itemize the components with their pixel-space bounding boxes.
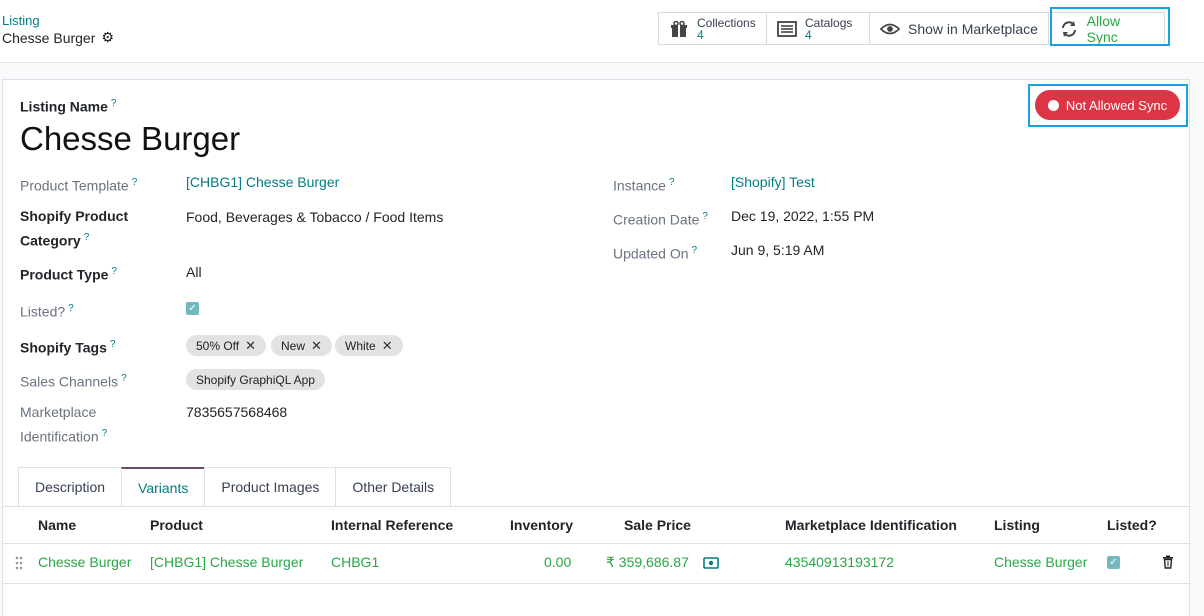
status-highlight — [1028, 84, 1188, 127]
collections-button[interactable]: Collections 4 — [658, 12, 767, 45]
creation-date-value: Dec 19, 2022, 1:55 PM — [731, 208, 875, 224]
shopify-tags-label: Shopify Tags? — [20, 339, 116, 356]
updated-on-value: Jun 9, 5:19 AM — [731, 242, 825, 258]
shopify-category-value[interactable]: Food, Beverages & Tobacco / Food Items — [186, 207, 443, 228]
tab-product-images[interactable]: Product Images — [204, 467, 337, 506]
variant-product-cell[interactable]: [CHBG1] Chesse Burger — [150, 554, 303, 570]
marketplace-id-value[interactable]: 7835657568468 — [186, 402, 287, 423]
allow-sync-highlight — [1050, 7, 1170, 46]
product-type-value[interactable]: All — [186, 262, 202, 283]
updated-on-label: Updated On? — [613, 245, 698, 262]
collections-label: Collections — [697, 15, 756, 30]
tag-chip: White ✕ — [335, 335, 403, 356]
catalogs-label: Catalogs — [805, 15, 853, 30]
form-sheet: Listing Name? Chesse Burger Not Allowed … — [2, 79, 1191, 616]
money-icon[interactable] — [703, 557, 719, 569]
column-header-marketplace-id[interactable]: Marketplace Identification — [785, 517, 957, 533]
control-panel: Listing Chesse Burger ⚙ Collections 4 Cat… — [0, 0, 1204, 63]
listed-label: Listed?? — [20, 303, 74, 320]
trash-icon[interactable] — [1162, 555, 1174, 569]
tag-chip: 50% Off ✕ — [186, 335, 267, 356]
eye-icon — [880, 19, 900, 39]
breadcrumb-current: Chesse Burger ⚙ — [2, 29, 114, 46]
table-row-divider — [3, 583, 1191, 584]
product-template-label: Product Template? — [20, 177, 138, 194]
variant-listed-checkbox[interactable]: ✓ — [1107, 556, 1120, 569]
catalogs-count: 4 — [805, 27, 812, 42]
column-header-inventory[interactable]: Inventory — [510, 517, 573, 533]
remove-tag-icon[interactable]: ✕ — [311, 338, 322, 354]
gift-icon — [669, 19, 689, 39]
column-header-sale-price[interactable]: Sale Price — [624, 517, 691, 533]
tab-description[interactable]: Description — [18, 467, 123, 506]
instance-label: Instance? — [613, 177, 675, 194]
channel-chip: Shopify GraphiQL App — [186, 369, 325, 390]
variant-marketplace-id-cell[interactable]: 43540913193172 — [785, 554, 894, 570]
catalogs-button[interactable]: Catalogs 4 — [766, 12, 870, 45]
list-icon — [777, 19, 797, 39]
tabs-divider — [3, 506, 1191, 507]
variant-name-cell[interactable]: Chesse Burger — [38, 554, 131, 570]
variant-internal-ref-cell[interactable]: CHBG1 — [331, 554, 379, 570]
tag-chip: New ✕ — [271, 335, 332, 356]
show-in-marketplace-button[interactable]: Show in Marketplace — [869, 12, 1049, 45]
creation-date-label: Creation Date? — [613, 211, 708, 228]
remove-tag-icon[interactable]: ✕ — [382, 338, 393, 354]
listing-name-label: Listing Name? — [20, 98, 117, 115]
listing-name-field[interactable]: Chesse Burger — [20, 120, 240, 158]
column-header-name[interactable]: Name — [38, 517, 76, 533]
column-header-internal-reference[interactable]: Internal Reference — [331, 517, 453, 533]
variant-listing-cell[interactable]: Chesse Burger — [994, 554, 1087, 570]
product-type-label: Product Type? — [20, 266, 117, 283]
variant-inventory-cell[interactable]: 0.00 — [544, 554, 571, 570]
record-title: Chesse Burger — [2, 29, 96, 46]
drag-handle-icon[interactable] — [15, 556, 23, 570]
tab-variants[interactable]: Variants — [121, 467, 206, 506]
gear-icon[interactable]: ⚙ — [101, 29, 114, 46]
column-header-listing[interactable]: Listing — [994, 517, 1040, 533]
tab-other-details[interactable]: Other Details — [335, 467, 452, 506]
notebook-tabs: Description Variants Product Images Othe… — [18, 467, 452, 506]
collections-count: 4 — [697, 27, 704, 42]
instance-value[interactable]: [Shopify] Test — [731, 172, 815, 193]
sales-channels-label: Sales Channels? — [20, 373, 127, 390]
listed-checkbox[interactable]: ✓ — [186, 302, 199, 315]
breadcrumb-parent[interactable]: Listing — [2, 13, 40, 28]
marketplace-id-label: Marketplace Identification? — [20, 404, 108, 445]
remove-tag-icon[interactable]: ✕ — [245, 338, 256, 354]
product-template-value[interactable]: [CHBG1] Chesse Burger — [186, 172, 339, 193]
column-header-listed[interactable]: Listed? — [1107, 517, 1157, 533]
table-header-divider — [3, 543, 1191, 544]
shopify-category-label: Shopify Product Category? — [20, 208, 129, 249]
marketplace-label: Show in Marketplace — [908, 20, 1038, 37]
column-header-product[interactable]: Product — [150, 517, 203, 533]
variant-sale-price-cell[interactable]: ₹ 359,686.87 — [606, 554, 689, 571]
